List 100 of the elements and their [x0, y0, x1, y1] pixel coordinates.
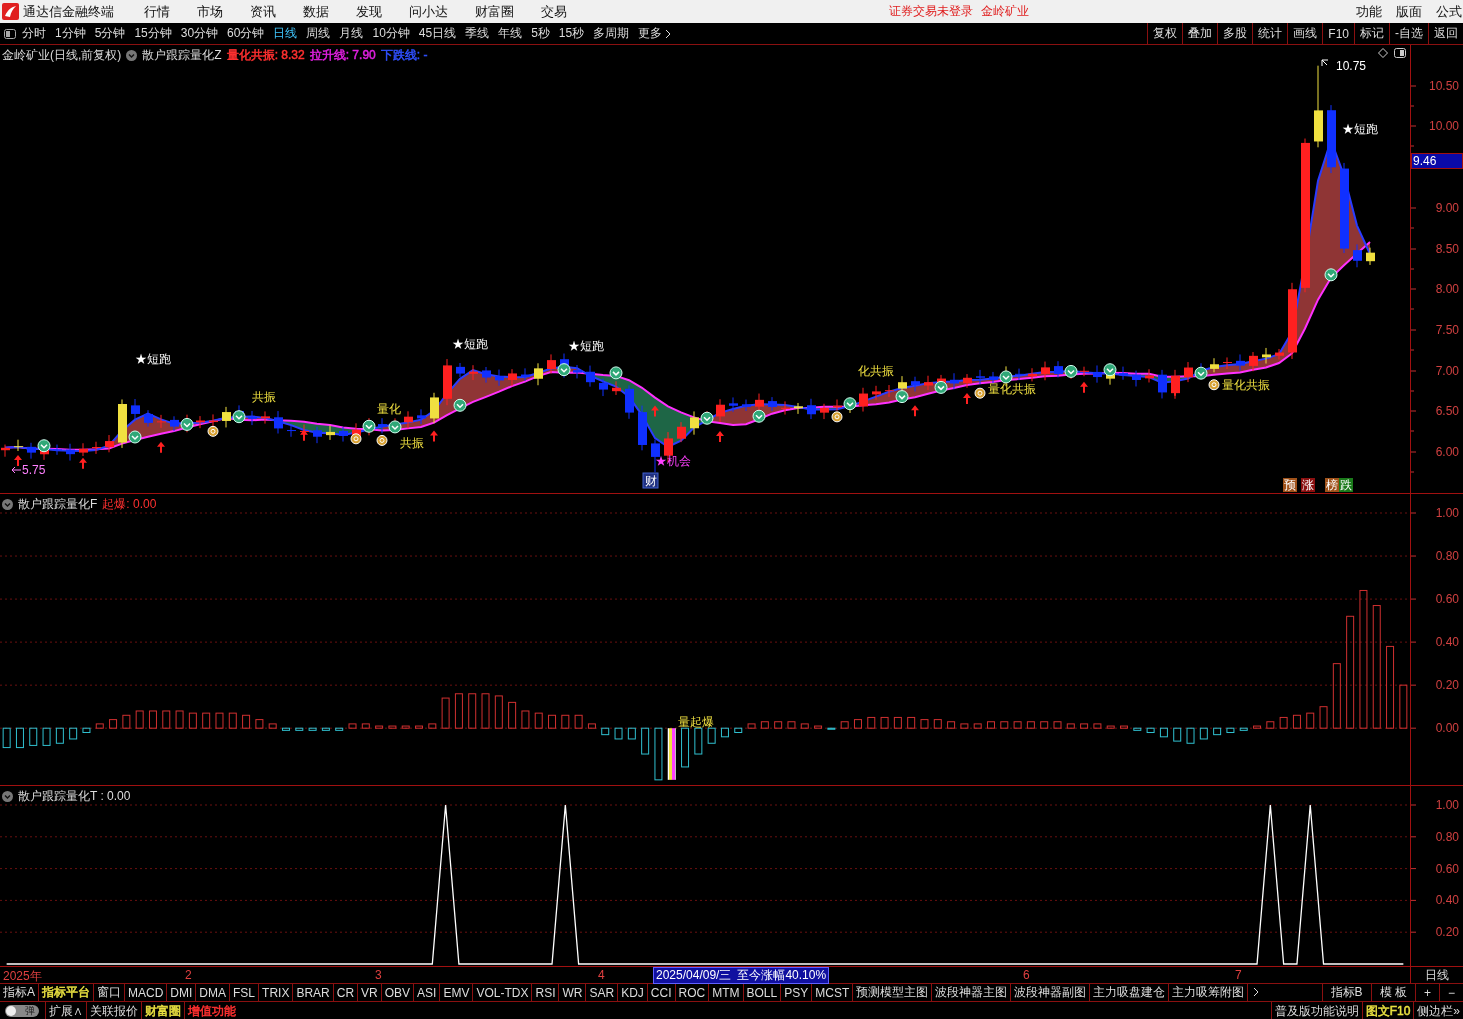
toolbar-button[interactable]: 统计	[1252, 23, 1288, 44]
signal-badge: 跌	[1339, 478, 1353, 492]
indicator-tab[interactable]: DMI	[167, 984, 197, 1001]
signal-badge: 涨	[1301, 478, 1315, 492]
period-tab[interactable]: 年线	[498, 25, 523, 42]
chart-label: 10.75	[1336, 59, 1367, 73]
toolbar-button[interactable]: 复权	[1147, 23, 1183, 44]
indicator-tab[interactable]: 波段神器副图	[1011, 984, 1091, 1001]
indicator-tab[interactable]: 窗口	[94, 984, 125, 1001]
chart-label: 量起爆	[677, 715, 714, 730]
indicator-tab[interactable]: RSI	[532, 984, 560, 1001]
axis-label: 10.00	[1428, 119, 1459, 133]
period-tab[interactable]: 多周期	[593, 25, 630, 42]
indicator-tab[interactable]: ROC	[675, 984, 710, 1001]
period-tab[interactable]: 10分钟	[372, 25, 410, 42]
chart-label: ★短跑	[452, 337, 488, 351]
indicator-tab[interactable]: OBV	[381, 984, 415, 1001]
axis-label: 7.50	[1435, 323, 1459, 337]
menu-item[interactable]: 财富圈	[475, 2, 514, 21]
indicator-tab[interactable]: VR	[358, 984, 382, 1001]
toolbar-button[interactable]: F10	[1322, 23, 1354, 44]
menu-item[interactable]: 问小达	[409, 2, 448, 21]
indicator-tab[interactable]: KDJ	[618, 984, 648, 1001]
indicator-tab[interactable]: 主力吸筹附图	[1169, 984, 1249, 1001]
indicator-tab[interactable]: MCST	[812, 984, 854, 1001]
menu-item[interactable]: 资讯	[250, 2, 276, 21]
menu-item[interactable]: 公式	[1436, 2, 1462, 21]
indicator-tab[interactable]: ASI	[414, 984, 441, 1001]
menu-item[interactable]: 发现	[356, 2, 382, 21]
legend-item: 下跌线: -	[380, 47, 428, 64]
indicator-tab[interactable]: MACD	[125, 984, 168, 1001]
indicator-tab[interactable]: SAR	[586, 984, 619, 1001]
menu-item[interactable]: 版面	[1396, 2, 1422, 21]
indicator-title: 散户跟踪量化T : 0.00	[18, 788, 131, 805]
tab-button[interactable]: +	[1414, 984, 1439, 1001]
status-text: 金岭矿业	[981, 3, 1029, 20]
period-tab[interactable]: 15秒	[558, 25, 585, 42]
axis-label: 8.00	[1435, 282, 1459, 296]
indicator-tab[interactable]: 主力吸盘建仓	[1090, 984, 1170, 1001]
bottom-link[interactable]: 图文F10	[1361, 1002, 1414, 1019]
tab-button[interactable]: 指标B	[1321, 984, 1371, 1001]
menu-item[interactable]: 行情	[144, 2, 170, 21]
period-tab[interactable]: 月线	[339, 25, 364, 42]
period-tab[interactable]: 45日线	[418, 25, 457, 42]
axis-label: 1.00	[1435, 506, 1459, 520]
toggle-switch[interactable]: 弹	[5, 1005, 39, 1017]
chart-label: 量化共振	[988, 382, 1036, 396]
indicator-tab[interactable]: 指标平台	[39, 984, 94, 1001]
indicator-tab[interactable]: DMA	[196, 984, 231, 1001]
indicator-tab[interactable]: BOLL	[743, 984, 782, 1001]
period-tab[interactable]: 季线	[465, 25, 490, 42]
axis-label: 6.00	[1435, 445, 1459, 459]
period-tab[interactable]: 1分钟	[55, 25, 86, 42]
chart-label: ★短跑	[1342, 122, 1378, 136]
period-tab[interactable]: 5秒	[531, 25, 550, 42]
indicator-tab[interactable]: TRIX	[259, 984, 294, 1001]
toolbar-button[interactable]: -自选	[1389, 23, 1428, 44]
bottom-link[interactable]: 扩展∧	[45, 1002, 86, 1019]
period-tab[interactable]: 60分钟	[227, 25, 265, 42]
axis-label: 8.50	[1435, 242, 1459, 256]
indicator-tab[interactable]: PSY	[781, 984, 813, 1001]
period-tab[interactable]: 周线	[306, 25, 331, 42]
axis-label: 0.80	[1435, 549, 1459, 564]
indicator-tab[interactable]: CCI	[647, 984, 676, 1001]
indicator-tab[interactable]: CR	[333, 984, 359, 1001]
more-button[interactable]: 更多	[638, 25, 672, 42]
indicator-tab[interactable]: 预测模型主图	[853, 984, 933, 1001]
period-tab[interactable]: 5分钟	[94, 25, 126, 42]
bottom-link[interactable]: 财富圈	[141, 1002, 184, 1019]
axis-label: 6.50	[1435, 404, 1459, 418]
indicator-tab[interactable]: MTM	[709, 984, 744, 1001]
axis-label: 1.00	[1435, 798, 1459, 812]
bottom-link[interactable]: 增值功能	[184, 1002, 239, 1019]
bottom-link[interactable]: 侧边栏»	[1413, 1002, 1463, 1019]
period-tab[interactable]: 30分钟	[180, 25, 219, 42]
toolbar-button[interactable]: 返回	[1428, 23, 1463, 44]
menu-item[interactable]: 功能	[1356, 2, 1382, 21]
tab-button[interactable]: 模 板	[1370, 984, 1415, 1001]
period-tab[interactable]: 15分钟	[134, 25, 172, 42]
bottom-link[interactable]: 关联报价	[86, 1002, 141, 1019]
indicator-tab[interactable]: WR	[559, 984, 587, 1001]
toolbar-button[interactable]: 叠加	[1182, 23, 1218, 44]
indicator-tab[interactable]: EMV	[440, 984, 474, 1001]
toolbar-button[interactable]: 画线	[1287, 23, 1323, 44]
indicator-tab[interactable]: 指标A	[0, 984, 39, 1001]
chart-label: 共振	[252, 390, 276, 404]
tab-button[interactable]: −	[1439, 984, 1463, 1001]
toolbar-button[interactable]: 标记	[1354, 23, 1389, 44]
axis-label: 10.50	[1428, 79, 1459, 93]
indicator-tab[interactable]: 波段神器主图	[932, 984, 1012, 1001]
menu-item[interactable]: 数据	[303, 2, 329, 21]
bottom-link[interactable]: 普及版功能说明	[1270, 1002, 1362, 1019]
indicator-tab[interactable]: BRAR	[293, 984, 334, 1001]
indicator-tab[interactable]: FSL	[230, 984, 260, 1001]
indicator-tab[interactable]: VOL-TDX	[473, 984, 533, 1001]
period-tab[interactable]: 日线	[273, 25, 298, 42]
menu-item[interactable]: 交易	[541, 2, 567, 21]
menu-item[interactable]: 市场	[197, 2, 223, 21]
toolbar-button[interactable]: 多股	[1217, 23, 1253, 44]
period-tab[interactable]: 分时	[22, 25, 46, 42]
